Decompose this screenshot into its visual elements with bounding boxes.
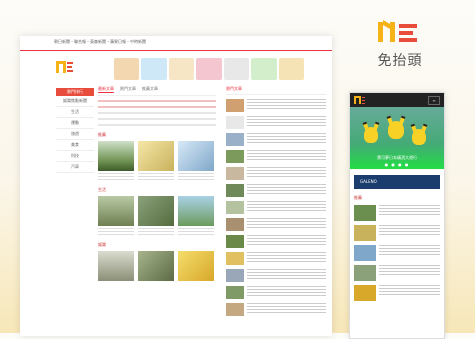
section-title: 推薦 — [98, 132, 106, 137]
list-item[interactable] — [354, 285, 440, 301]
sidebar-item[interactable]: 汽車 — [56, 162, 94, 173]
section-title: 推薦 — [354, 195, 362, 200]
menu-icon[interactable]: ≡ — [428, 96, 440, 105]
tab-latest[interactable]: 最新文章 — [98, 86, 114, 93]
list-item[interactable] — [226, 269, 326, 282]
carousel-dots[interactable]: ● ● ● ● — [350, 162, 444, 167]
image-grid — [98, 251, 216, 281]
list-item[interactable] — [226, 235, 326, 248]
article-thumb[interactable] — [98, 251, 134, 281]
content-tabs: 最新文章 熱門文章 推薦文章 — [98, 86, 216, 96]
article-thumb[interactable] — [178, 196, 214, 226]
list-item[interactable] — [354, 265, 440, 281]
top-link-text[interactable]: 朝日新聞・聯合報・東森新聞・蘋果日報・中時新聞 — [54, 39, 146, 45]
image-grid — [98, 196, 216, 226]
site-logo-icon[interactable] — [56, 61, 73, 73]
list-item[interactable] — [354, 225, 440, 241]
header-ad-strip[interactable] — [114, 58, 304, 80]
tab-popular[interactable]: 熱門文章 — [120, 86, 136, 93]
brand-block: 免抬頭 — [365, 19, 435, 70]
site-header — [56, 56, 304, 84]
article-caption[interactable] — [138, 228, 174, 236]
main-content: 最新文章 熱門文章 推薦文章 推薦 生活 娛樂 — [98, 86, 216, 281]
list-item[interactable] — [226, 99, 326, 112]
article-thumb[interactable] — [98, 196, 134, 226]
list-item[interactable] — [226, 218, 326, 231]
list-item[interactable] — [226, 184, 326, 197]
brand-logo-icon — [378, 19, 422, 44]
hero-carousel[interactable]: 寶可夢日本橫濱大遊行 ● ● ● ● — [350, 107, 444, 169]
article-caption[interactable] — [178, 228, 214, 236]
right-column-title: 熱門文章 — [226, 86, 326, 95]
headline-line[interactable] — [98, 124, 216, 126]
right-column: 熱門文章 — [226, 86, 326, 316]
headline-line[interactable] — [98, 118, 216, 120]
article-caption[interactable] — [98, 173, 134, 181]
desktop-screenshot: 朝日新聞・聯合報・東森新聞・蘋果日報・中時新聞 熱門排行 娛樂焦點新聞 生活 運… — [20, 36, 332, 336]
tab-recommend[interactable]: 推薦文章 — [142, 86, 158, 93]
section-title: 生活 — [98, 187, 106, 192]
list-item[interactable] — [226, 303, 326, 316]
article-thumb[interactable] — [178, 251, 214, 281]
sidebar-item[interactable]: 生活 — [56, 107, 94, 118]
article-thumb[interactable] — [138, 251, 174, 281]
hero-caption[interactable]: 寶可夢日本橫濱大遊行 — [350, 155, 444, 161]
image-grid — [98, 141, 216, 171]
sidebar-head[interactable]: 熱門排行 — [56, 88, 94, 96]
list-item[interactable] — [354, 245, 440, 261]
list-item[interactable] — [226, 286, 326, 299]
headline-line[interactable] — [98, 100, 216, 102]
sidebar-item[interactable]: 娛樂焦點新聞 — [56, 96, 94, 107]
ad-banner[interactable]: GALENO — [354, 175, 440, 189]
article-caption[interactable] — [178, 173, 214, 181]
list-item[interactable] — [226, 252, 326, 265]
mobile-screenshot: ≡ 寶可夢日本橫濱大遊行 ● ● ● ● GALENO 推薦 — [349, 92, 445, 339]
sidebar-item[interactable]: 美食 — [56, 140, 94, 151]
article-thumb[interactable] — [138, 196, 174, 226]
article-thumb[interactable] — [138, 141, 174, 171]
headline-line[interactable] — [98, 112, 216, 114]
top-link-bar: 朝日新聞・聯合報・東森新聞・蘋果日報・中時新聞 — [20, 36, 332, 51]
brand-title: 免抬頭 — [377, 53, 423, 69]
article-thumb[interactable] — [98, 141, 134, 171]
section-title: 娛樂 — [98, 242, 106, 247]
sidebar-item[interactable]: 科技 — [56, 151, 94, 162]
list-item[interactable] — [226, 201, 326, 214]
mobile-logo-icon[interactable] — [354, 96, 365, 104]
list-item[interactable] — [354, 205, 440, 221]
list-item[interactable] — [226, 116, 326, 129]
article-caption[interactable] — [138, 173, 174, 181]
mobile-header: ≡ — [350, 93, 444, 107]
sidebar-item[interactable]: 旅遊 — [56, 129, 94, 140]
list-item[interactable] — [226, 167, 326, 180]
headline-line[interactable] — [98, 106, 216, 108]
desktop-sidebar: 熱門排行 娛樂焦點新聞 生活 運動 旅遊 美食 科技 汽車 — [56, 88, 94, 173]
sidebar-item[interactable]: 運動 — [56, 118, 94, 129]
list-item[interactable] — [226, 133, 326, 146]
list-item[interactable] — [226, 150, 326, 163]
article-thumb[interactable] — [178, 141, 214, 171]
article-caption[interactable] — [98, 228, 134, 236]
